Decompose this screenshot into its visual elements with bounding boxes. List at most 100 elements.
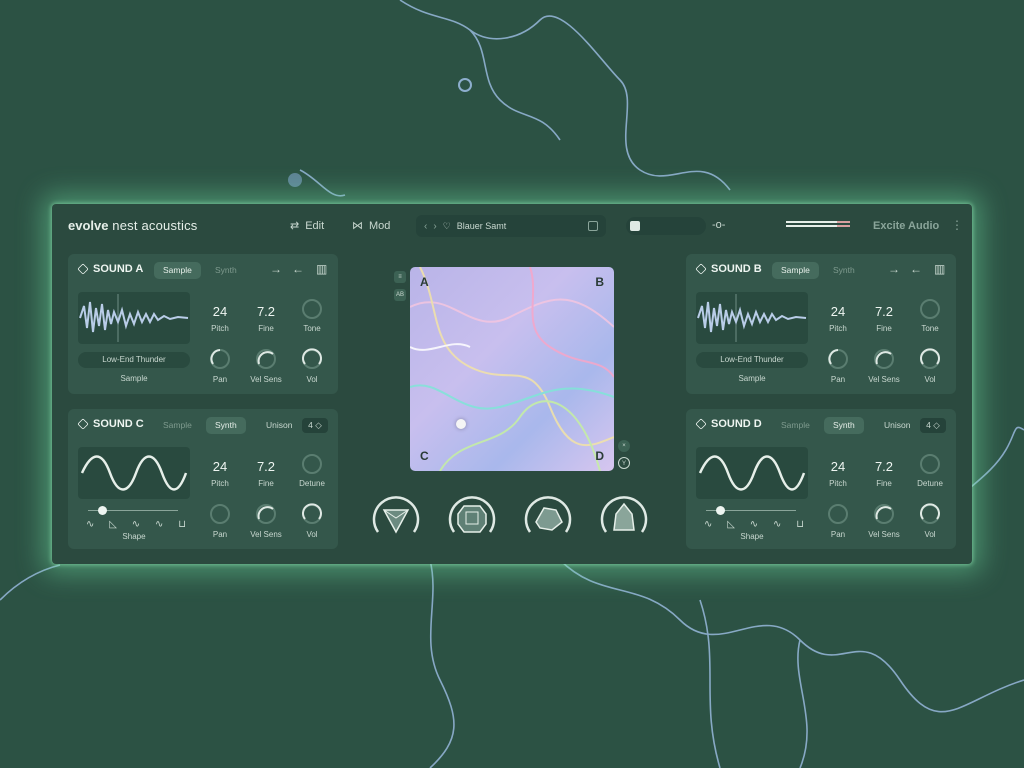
ab-toggle[interactable]: AB [394,289,406,301]
saw-shape-icon[interactable]: ◺ [727,519,735,530]
panel-header: SOUND A Sample Synth → ← ▥ [68,254,338,284]
sample-name-field[interactable]: Low-End Thunder [78,352,190,368]
corner-b-label: B [595,275,604,289]
tab-synth[interactable]: Synth [824,417,864,434]
header-bar: evolve nest acoustics ⇄ Edit ⋈ Mod ‹ › ♡… [52,204,972,248]
unison-stepper[interactable]: 4 ◇ [302,418,328,433]
shape-slider-handle[interactable] [716,506,725,515]
sample-waveform[interactable] [696,292,808,344]
sample-waveform[interactable] [78,292,190,344]
mod-button[interactable]: ⋈ Mod [352,219,390,233]
pan-label: Pan [830,530,846,539]
pan-knob[interactable] [209,348,231,370]
octagon-gem-icon[interactable] [446,492,498,544]
keyboard-icon[interactable]: ▥ [316,262,327,276]
wave2-shape-icon[interactable]: ∿ [773,519,781,530]
vol-label: Vol [306,375,318,384]
arrow-left-icon[interactable]: ← [910,262,922,276]
tab-synth[interactable]: Synth [824,262,864,279]
edit-button[interactable]: ⇄ Edit [290,219,324,233]
wave-shape-icon[interactable]: ∿ [750,519,758,530]
fine-value[interactable]: 7.2 [864,459,904,474]
prev-preset-icon[interactable]: ‹ [424,221,427,232]
shape-label: Shape [740,532,764,541]
layers-icon [695,263,707,275]
corner-c-label: C [420,449,429,463]
next-preset-icon[interactable]: › [433,221,436,232]
close-icon[interactable]: × [618,440,630,452]
shape-label: Shape [122,532,146,541]
pan-label: Pan [830,375,846,384]
vol-knob[interactable] [919,348,941,370]
square-shape-icon[interactable]: ⊔ [796,519,804,530]
panel-title: SOUND D [695,418,762,430]
vel-sens-knob[interactable] [255,503,277,525]
rock-icon[interactable] [522,492,574,544]
arrow-right-icon[interactable]: → [888,262,900,276]
tab-sample[interactable]: Sample [154,417,201,434]
xy-position-handle[interactable] [456,419,466,429]
fine-value[interactable]: 7.2 [246,304,286,319]
vel-sens-knob[interactable] [873,348,895,370]
detune-knob[interactable] [919,453,941,475]
corner-a-label: A [420,275,429,289]
saw-shape-icon[interactable]: ◺ [109,519,117,530]
y-axis-icon[interactable]: Y [618,457,630,469]
tab-synth[interactable]: Synth [206,262,246,279]
heart-icon[interactable]: ♡ [443,221,451,232]
layers-toggle-icon[interactable]: ≡ [394,271,406,283]
vol-knob[interactable] [301,503,323,525]
arrow-left-icon[interactable]: ← [292,262,304,276]
detune-label: Detune [299,479,325,488]
pin-icon[interactable]: -o- [712,219,725,231]
vol-knob[interactable] [919,503,941,525]
preset-browser[interactable]: ‹ › ♡ Blauer Samt [416,215,606,237]
sine-shape-icon[interactable]: ∿ [704,519,712,530]
fine-value[interactable]: 7.2 [864,304,904,319]
output-meter [786,221,850,229]
arrow-right-icon[interactable]: → [270,262,282,276]
keyboard-icon[interactable]: ▥ [934,262,945,276]
pitch-value[interactable]: 24 [818,304,858,319]
wave-shape-icon[interactable]: ∿ [132,519,140,530]
wave2-shape-icon[interactable]: ∿ [155,519,163,530]
pitch-value[interactable]: 24 [818,459,858,474]
menu-icon[interactable]: ⋮ [951,218,963,232]
pitch-label: Pitch [211,324,229,333]
sine-shape-icon[interactable]: ∿ [86,519,94,530]
vel-sens-label: Vel Sens [250,530,282,539]
xy-morph-pad[interactable]: A B C D [410,267,614,471]
vol-knob[interactable] [301,348,323,370]
shape-selector[interactable]: ∿ ◺ ∿ ∿ ⊔ [86,519,186,530]
swap-icon: ⇄ [290,220,300,232]
shape-slider-handle[interactable] [98,506,107,515]
tab-sample[interactable]: Sample [772,417,819,434]
unison-stepper[interactable]: 4 ◇ [920,418,946,433]
tab-synth[interactable]: Synth [206,417,246,434]
tab-sample[interactable]: Sample [154,262,201,279]
slot-selector[interactable] [626,217,706,235]
square-shape-icon[interactable]: ⊔ [178,519,186,530]
crystal-icon[interactable] [598,492,650,544]
tone-knob[interactable] [301,298,323,320]
pan-knob[interactable] [827,503,849,525]
fine-label: Fine [258,479,274,488]
vel-sens-knob[interactable] [255,348,277,370]
fine-value[interactable]: 7.2 [246,459,286,474]
sample-name-field[interactable]: Low-End Thunder [696,352,808,368]
pitch-value[interactable]: 24 [200,459,240,474]
pitch-label: Pitch [829,324,847,333]
tone-knob[interactable] [919,298,941,320]
pitch-value[interactable]: 24 [200,304,240,319]
tab-sample[interactable]: Sample [772,262,819,279]
detune-knob[interactable] [301,453,323,475]
shape-selector[interactable]: ∿ ◺ ∿ ∿ ⊔ [704,519,804,530]
sound-c-panel: SOUND C Sample Synth Unison 4 ◇ ∿ ◺ ∿ ∿ … [68,409,338,549]
panel-header: SOUND C Sample Synth Unison 4 ◇ [68,409,338,439]
save-icon[interactable] [588,221,598,231]
triangle-gem-icon[interactable] [370,492,422,544]
sample-label: Sample [120,374,148,383]
pan-knob[interactable] [827,348,849,370]
pan-knob[interactable] [209,503,231,525]
vel-sens-knob[interactable] [873,503,895,525]
